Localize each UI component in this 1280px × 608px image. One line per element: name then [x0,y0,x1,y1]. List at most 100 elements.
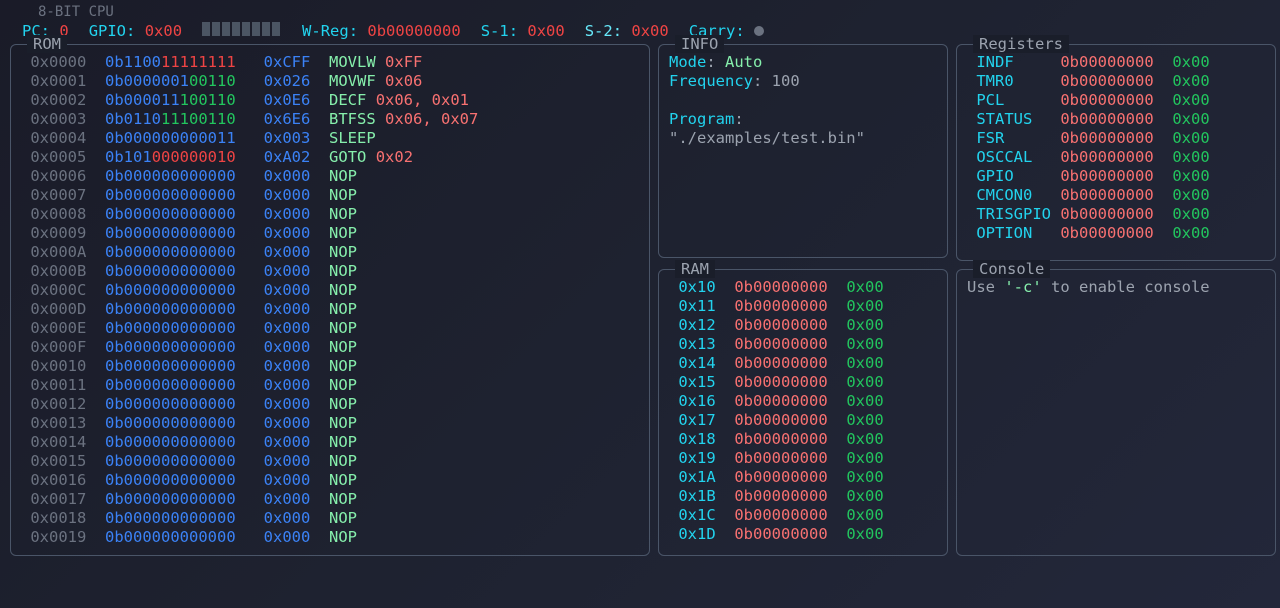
reg-name: PCL [976,91,1060,109]
rom-row: 0x0007 0b000000000000 0x000 NOP [21,186,639,205]
gpio-field: GPIO: 0x00 [89,22,182,40]
rom-hex: 0x000 [264,281,311,299]
gpio-bar [232,22,240,36]
register-row: GPIO 0b00000000 0x00 [967,167,1265,186]
ram-addr: 0x1B [678,487,715,505]
carry-dot-icon [754,26,764,36]
gpio-bar [202,22,210,36]
ram-bin: 0b00000000 [734,525,827,543]
reg-hex: 0x00 [1172,91,1209,109]
console-text: Use '-c' to enable console [967,278,1265,297]
register-row: STATUS 0b00000000 0x00 [967,110,1265,129]
rom-mnemonic: NOP [329,262,357,280]
reg-bin: 0b00000000 [1060,129,1153,147]
rom-mnemonic: NOP [329,205,357,223]
rom-hex: 0x000 [264,167,311,185]
register-row: TMR0 0b00000000 0x00 [967,72,1265,91]
ram-row: 0x11 0b00000000 0x00 [669,297,937,316]
mode-label: Mode [669,53,706,71]
ram-bin: 0b00000000 [734,316,827,334]
ram-addr: 0x1A [678,468,715,486]
rom-mnemonic: NOP [329,300,357,318]
ram-row: 0x14 0b00000000 0x00 [669,354,937,373]
reg-hex: 0x00 [1172,148,1209,166]
reg-name: TMR0 [976,72,1060,90]
rom-addr: 0x0019 [30,528,86,546]
rom-addr: 0x000B [30,262,86,280]
ram-hex: 0x00 [846,411,883,429]
rom-hex: 0x003 [264,129,311,147]
rom-row: 0x0019 0b000000000000 0x000 NOP [21,528,639,547]
rom-row: 0x0011 0b000000000000 0x000 NOP [21,376,639,395]
reg-bin: 0b00000000 [1060,148,1153,166]
ram-addr: 0x15 [678,373,715,391]
rom-row: 0x0015 0b000000000000 0x000 NOP [21,452,639,471]
ram-row: 0x13 0b00000000 0x00 [669,335,937,354]
registers-panel: Registers INDF 0b00000000 0x00 TMR0 0b00… [956,44,1276,261]
ram-row: 0x1C 0b00000000 0x00 [669,506,937,525]
rom-addr: 0x000A [30,243,86,261]
s2-field: S-2: 0x00 [585,22,669,40]
rom-addr: 0x0004 [30,129,86,147]
ram-addr: 0x13 [678,335,715,353]
ram-hex: 0x00 [846,297,883,315]
rom-mnemonic: NOP [329,528,357,546]
ram-title: RAM [675,260,715,278]
ram-hex: 0x00 [846,525,883,543]
program-value: "./examples/test.bin" [669,129,937,148]
ram-bin: 0b00000000 [734,373,827,391]
ram-addr: 0x18 [678,430,715,448]
rom-row: 0x0009 0b000000000000 0x000 NOP [21,224,639,243]
rom-hex: 0x000 [264,357,311,375]
rom-addr: 0x0000 [30,53,86,71]
reg-bin: 0b00000000 [1060,186,1153,204]
app-title: 8-BIT CPU [38,4,1272,20]
wreg-field: W-Reg: 0b00000000 [302,22,461,40]
ram-bin: 0b00000000 [734,297,827,315]
rom-panel: ROM 0x0000 0b110011111111 0xCFF MOVLW 0x… [10,44,650,556]
info-title: INFO [675,35,724,53]
rom-mnemonic: MOVWF [329,72,376,90]
rom-row: 0x000E 0b000000000000 0x000 NOP [21,319,639,338]
reg-name: INDF [976,53,1060,71]
ram-row: 0x1A 0b00000000 0x00 [669,468,937,487]
rom-addr: 0x0005 [30,148,86,166]
rom-mnemonic: DECF [329,91,366,109]
rom-addr: 0x0002 [30,91,86,109]
ram-addr: 0x17 [678,411,715,429]
ram-bin: 0b00000000 [734,354,827,372]
ram-hex: 0x00 [846,430,883,448]
rom-mnemonic: BTFSS [329,110,376,128]
reg-hex: 0x00 [1172,205,1209,223]
rom-addr: 0x000F [30,338,86,356]
ram-addr: 0x16 [678,392,715,410]
gpio-bar [252,22,260,36]
rom-addr: 0x0001 [30,72,86,90]
rom-mnemonic: NOP [329,224,357,242]
reg-bin: 0b00000000 [1060,205,1153,223]
ram-hex: 0x00 [846,449,883,467]
rom-row: 0x000B 0b000000000000 0x000 NOP [21,262,639,281]
s1-field: S-1: 0x00 [481,22,565,40]
rom-addr: 0x0018 [30,509,86,527]
rom-hex: 0x000 [264,490,311,508]
reg-name: STATUS [976,110,1060,128]
reg-name: GPIO [976,167,1060,185]
rom-mnemonic: NOP [329,376,357,394]
ram-addr: 0x10 [678,278,715,296]
rom-row: 0x000C 0b000000000000 0x000 NOP [21,281,639,300]
reg-name: OSCCAL [976,148,1060,166]
freq-value: 100 [772,72,800,90]
ram-row: 0x17 0b00000000 0x00 [669,411,937,430]
rom-hex: 0x000 [264,338,311,356]
rom-row: 0x0000 0b110011111111 0xCFF MOVLW 0xFF [21,53,639,72]
registers-title: Registers [973,35,1069,53]
rom-row: 0x000A 0b000000000000 0x000 NOP [21,243,639,262]
register-row: CMCON0 0b00000000 0x00 [967,186,1265,205]
ram-hex: 0x00 [846,354,883,372]
reg-hex: 0x00 [1172,224,1209,242]
ram-panel: RAM 0x10 0b00000000 0x00 0x11 0b00000000… [658,269,948,556]
ram-row: 0x12 0b00000000 0x00 [669,316,937,335]
rom-mnemonic: NOP [329,471,357,489]
rom-row: 0x0013 0b000000000000 0x000 NOP [21,414,639,433]
